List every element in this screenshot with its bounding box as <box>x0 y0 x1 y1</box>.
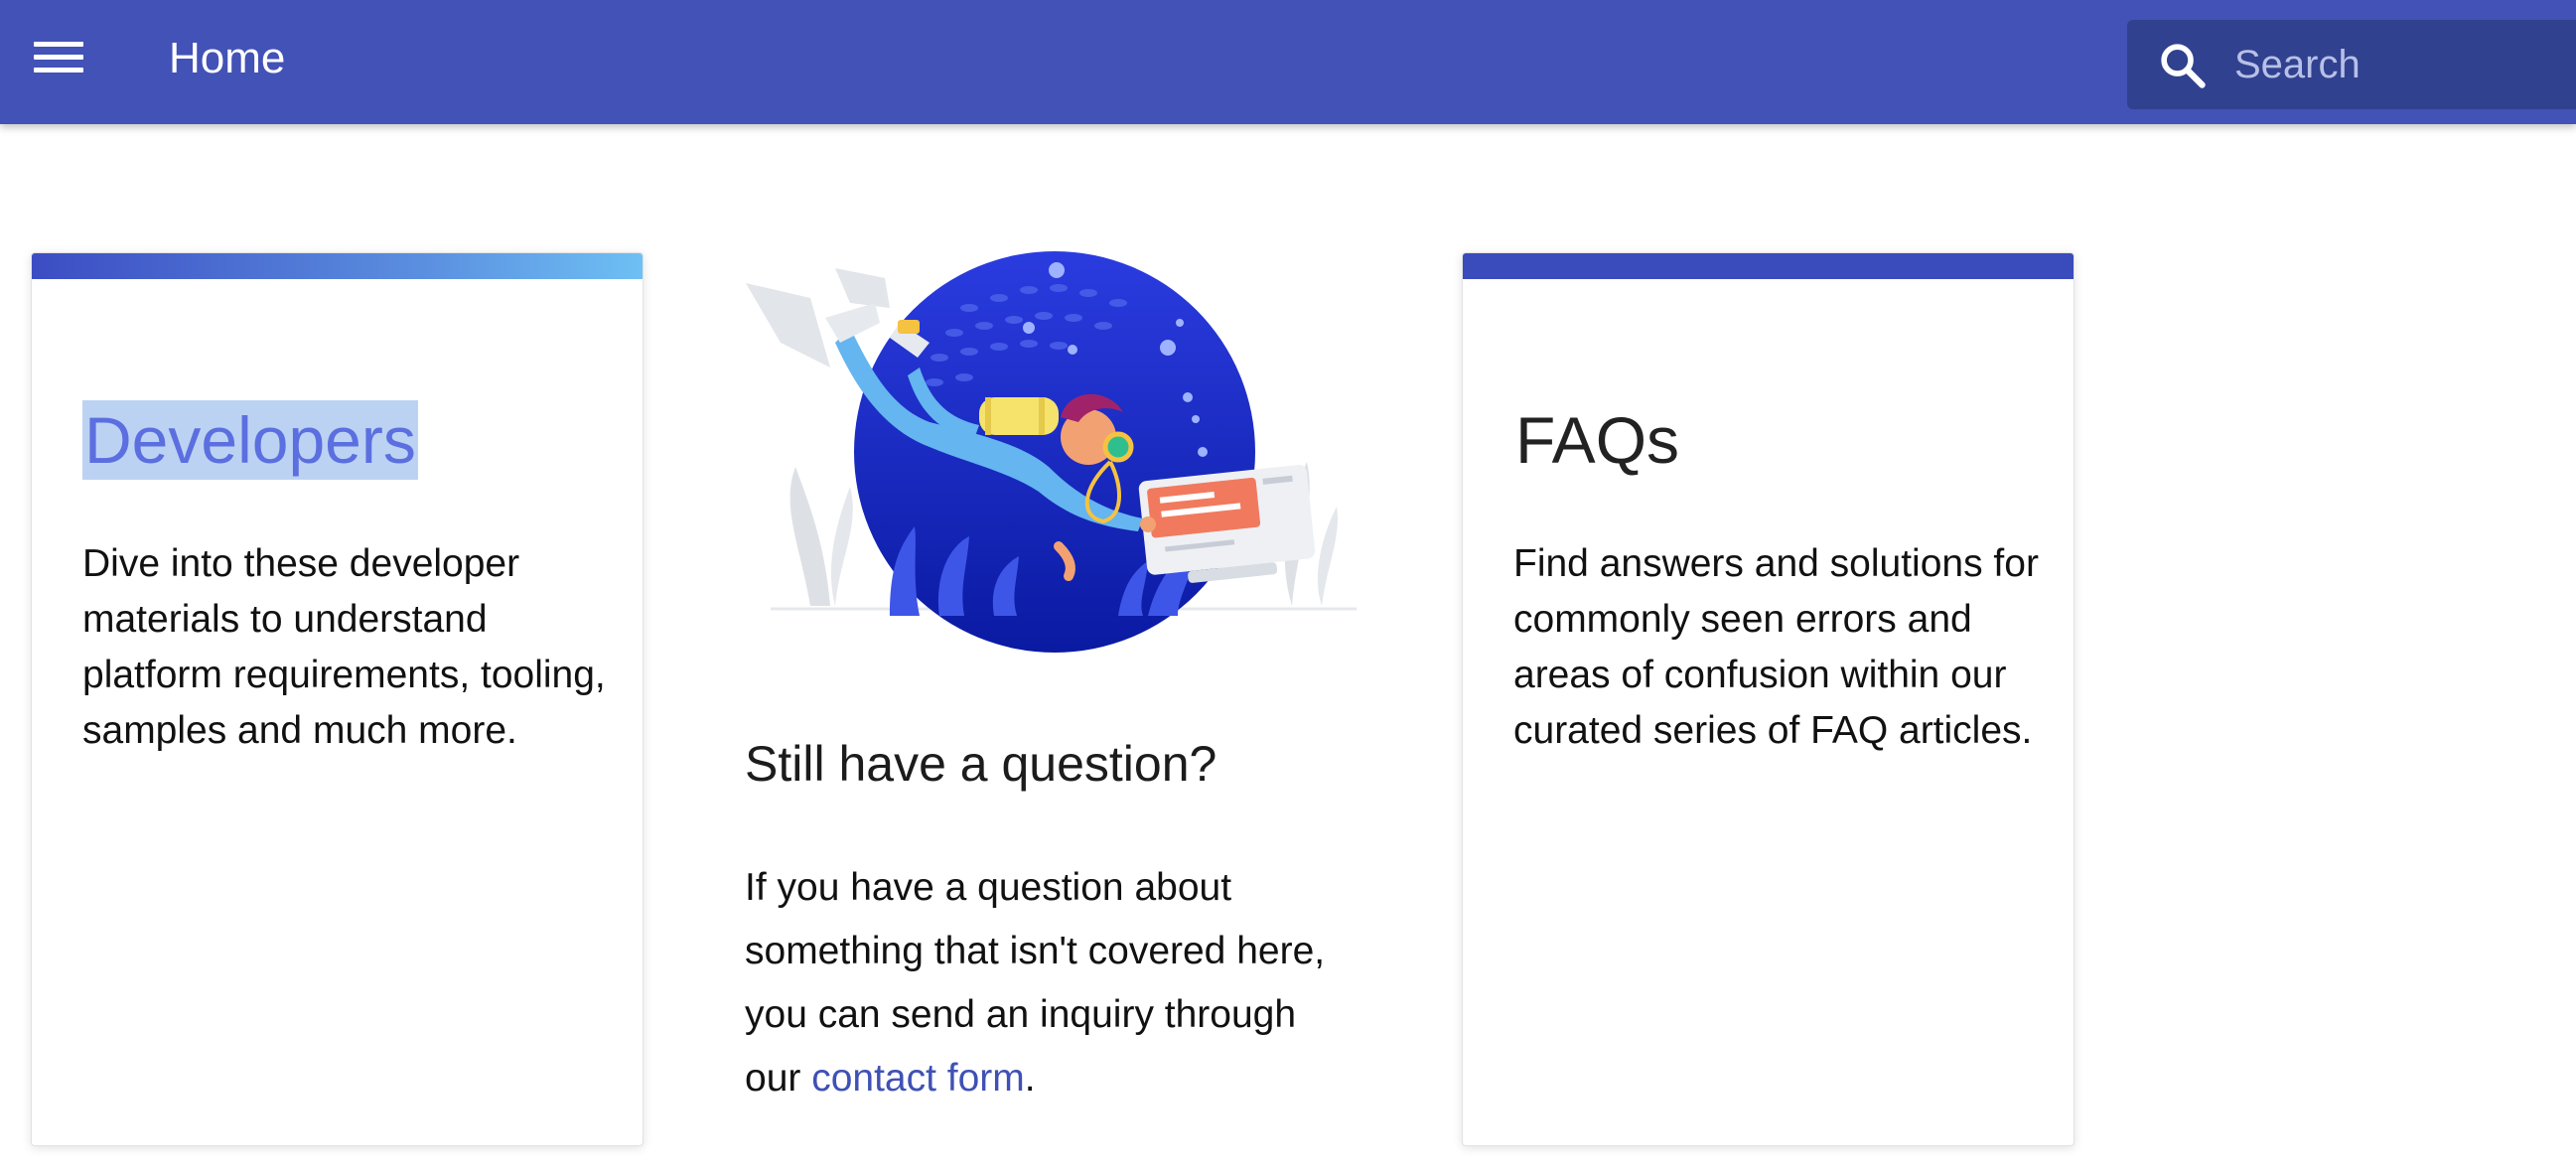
card-title[interactable]: Developers <box>82 400 418 480</box>
top-app-bar: Home <box>0 0 2576 124</box>
faqs-card[interactable]: FAQs Find answers and solutions for comm… <box>1462 252 2075 1146</box>
question-heading: Still have a question? <box>745 736 1217 792</box>
contact-form-link[interactable]: contact form <box>811 1057 1025 1100</box>
card-accent-bar <box>1463 253 2074 279</box>
page-title[interactable]: Home <box>169 34 285 83</box>
question-text: If you have a question about something t… <box>745 866 1326 1100</box>
search-icon <box>2161 44 2206 88</box>
search-input[interactable] <box>2234 35 2562 94</box>
developers-card[interactable]: Developers Dive into these developer mat… <box>31 252 644 1146</box>
search-box[interactable] <box>2127 20 2576 109</box>
hamburger-menu-icon[interactable] <box>34 42 83 81</box>
scuba-diver-illustration <box>746 251 1357 653</box>
card-description: Find answers and solutions for commonly … <box>1513 542 2039 752</box>
card-accent-bar <box>32 253 643 279</box>
card-description: Dive into these developer materials to u… <box>82 542 606 752</box>
card-title[interactable]: FAQs <box>1513 400 1681 480</box>
